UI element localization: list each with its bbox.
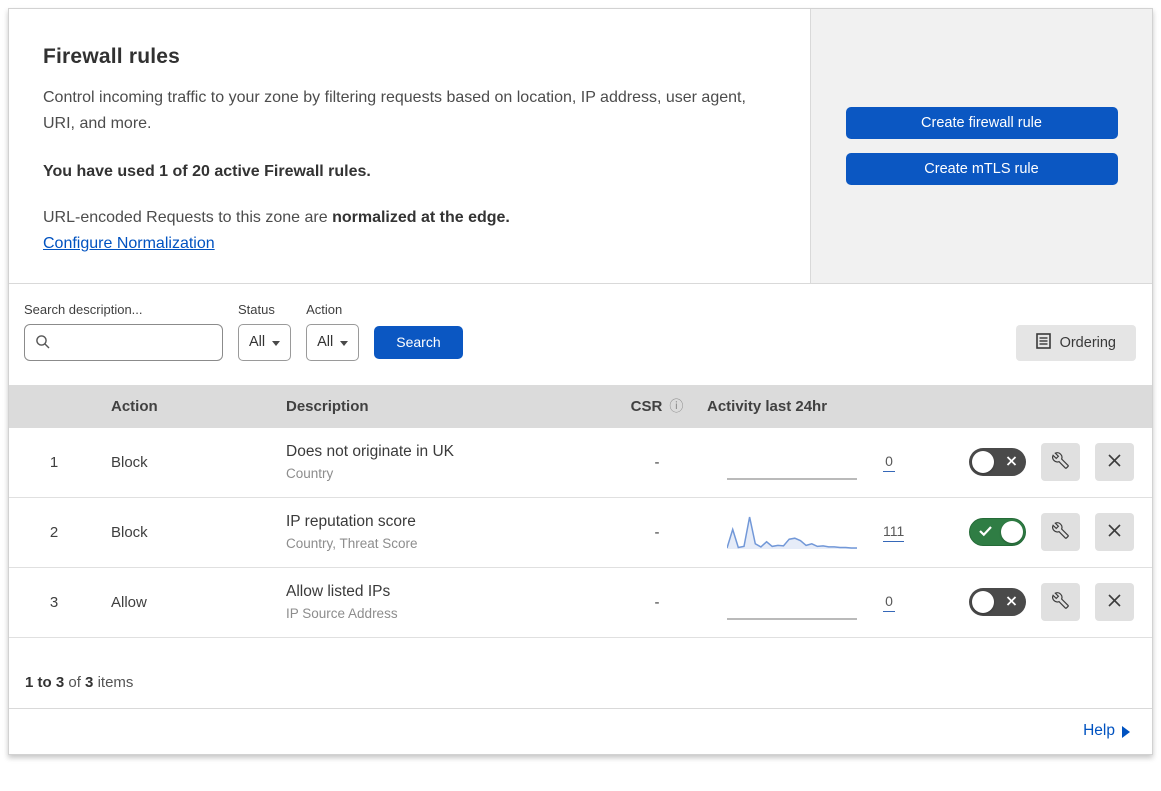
pagination-summary: 1 to 3 of 3 items: [9, 638, 1152, 709]
rule-enabled-toggle[interactable]: [969, 518, 1026, 547]
rule-description-cell: Does not originate in UK Country: [264, 443, 607, 481]
rule-description: Allow listed IPs: [286, 583, 391, 601]
rule-csr-value: -: [654, 453, 660, 471]
delete-rule-button[interactable]: [1095, 583, 1134, 622]
rule-priority: 2: [49, 523, 59, 541]
rule-fields: Country: [286, 466, 334, 482]
action-dropdown-value: All: [317, 334, 334, 351]
action-label: Action: [306, 301, 343, 317]
firewall-rules-page: Firewall rules Control incoming traffic …: [8, 8, 1153, 755]
rule-priority: 1: [49, 453, 59, 471]
rule-enabled-toggle[interactable]: [969, 448, 1026, 477]
create-firewall-rule-button[interactable]: Create firewall rule: [845, 106, 1118, 139]
close-icon: [1107, 453, 1122, 471]
help-bar: Help: [9, 709, 1152, 754]
page-title: Firewall rules: [43, 45, 181, 68]
activity-sparkline: [707, 512, 877, 552]
rule-description: IP reputation score: [286, 513, 416, 531]
check-icon: [979, 524, 992, 541]
rule-controls: [957, 513, 1152, 552]
arrow-right-icon: [1122, 725, 1130, 738]
activity-count-link[interactable]: 111: [883, 523, 905, 542]
table-row: 3 Allow Allow listed IPs IP Source Addre…: [9, 568, 1152, 638]
edit-rule-button[interactable]: [1041, 443, 1080, 482]
toggle-knob: [1001, 521, 1023, 544]
edit-rule-button[interactable]: [1041, 513, 1080, 552]
help-link[interactable]: Help: [1083, 722, 1130, 740]
description-column-header: Description: [286, 397, 369, 415]
action-column-header: Action: [111, 397, 158, 415]
chevron-down-icon: [272, 340, 281, 346]
activity-count-link[interactable]: 0: [883, 453, 895, 472]
activity-column-header: Activity last 24hr: [707, 397, 828, 415]
header-text-area: Firewall rules Control incoming traffic …: [9, 9, 810, 283]
rule-action: Allow: [111, 593, 147, 611]
search-group: Search description...: [24, 302, 223, 361]
rule-enabled-toggle[interactable]: [969, 588, 1026, 617]
search-icon: [35, 334, 51, 350]
create-mtls-rule-button[interactable]: Create mTLS rule: [845, 152, 1118, 185]
x-icon: [1006, 594, 1017, 611]
list-icon: [1035, 333, 1051, 353]
configure-normalization-link[interactable]: Configure Normalization: [43, 235, 215, 253]
usage-summary: You have used 1 of 20 active Firewall ru…: [43, 162, 371, 180]
activity-sparkline: [707, 442, 877, 482]
ordering-button-label: Ordering: [1059, 334, 1116, 351]
search-input[interactable]: [24, 323, 223, 361]
pagination-total: 3: [85, 673, 94, 691]
rule-action: Block: [111, 523, 148, 541]
close-icon: [1107, 593, 1122, 611]
page-description: Control incoming traffic to your zone by…: [43, 89, 746, 132]
rule-controls: [957, 443, 1152, 482]
rule-csr-value: -: [654, 523, 660, 541]
rule-controls: [957, 583, 1152, 622]
action-filter-group: Action All: [306, 301, 360, 361]
status-filter-group: Status All: [238, 301, 292, 361]
status-dropdown-value: All: [249, 334, 266, 351]
toggle-knob: [972, 451, 994, 474]
activity-count-link[interactable]: 0: [883, 593, 895, 612]
delete-rule-button[interactable]: [1095, 443, 1134, 482]
x-icon: [1006, 454, 1017, 471]
wrench-icon: [1052, 452, 1069, 472]
rule-fields: IP Source Address: [286, 606, 398, 622]
rule-action: Block: [111, 453, 148, 471]
table-header-row: Action Description CSR ⓘ Activity last 24…: [9, 384, 1152, 428]
header-section: Firewall rules Control incoming traffic …: [9, 9, 1152, 284]
pagination-items: items: [97, 673, 134, 691]
status-label: Status: [238, 301, 275, 317]
table-row: 1 Block Does not originate in UK Country…: [9, 428, 1152, 498]
toggle-knob: [972, 591, 994, 614]
normalization-note-prefix: URL-encoded Requests to this zone are: [43, 208, 333, 226]
ordering-button[interactable]: Ordering: [1015, 324, 1136, 361]
search-button[interactable]: Search: [374, 325, 463, 359]
rule-description: Does not originate in UK: [286, 443, 455, 461]
help-link-label: Help: [1083, 722, 1115, 740]
header-actions-panel: Create firewall rule Create mTLS rule: [810, 9, 1152, 283]
edit-rule-button[interactable]: [1041, 583, 1080, 622]
csr-column-header: CSR ⓘ: [630, 396, 684, 416]
rule-description-cell: IP reputation score Country, Threat Scor…: [264, 513, 607, 551]
filter-bar: Search description... Status All Action …: [9, 284, 1152, 385]
rule-fields: Country, Threat Score: [286, 536, 418, 552]
delete-rule-button[interactable]: [1095, 513, 1134, 552]
normalization-note: URL-encoded Requests to this zone are no…: [43, 209, 776, 227]
activity-sparkline: [707, 582, 877, 622]
pagination-range: 1 to 3: [25, 673, 65, 691]
chevron-down-icon: [340, 340, 349, 346]
table-row: 2 Block IP reputation score Country, Thr…: [9, 498, 1152, 568]
normalization-note-bold: normalized at the edge.: [332, 208, 510, 226]
wrench-icon: [1052, 592, 1069, 612]
pagination-of: of: [68, 673, 81, 691]
search-label: Search description...: [24, 301, 143, 317]
wrench-icon: [1052, 522, 1069, 542]
action-dropdown[interactable]: All: [306, 323, 360, 361]
rule-priority: 3: [49, 593, 59, 611]
info-icon[interactable]: ⓘ: [669, 396, 683, 416]
rule-csr-value: -: [654, 593, 660, 611]
status-dropdown[interactable]: All: [238, 323, 292, 361]
close-icon: [1107, 523, 1122, 541]
rule-description-cell: Allow listed IPs IP Source Address: [264, 583, 607, 621]
